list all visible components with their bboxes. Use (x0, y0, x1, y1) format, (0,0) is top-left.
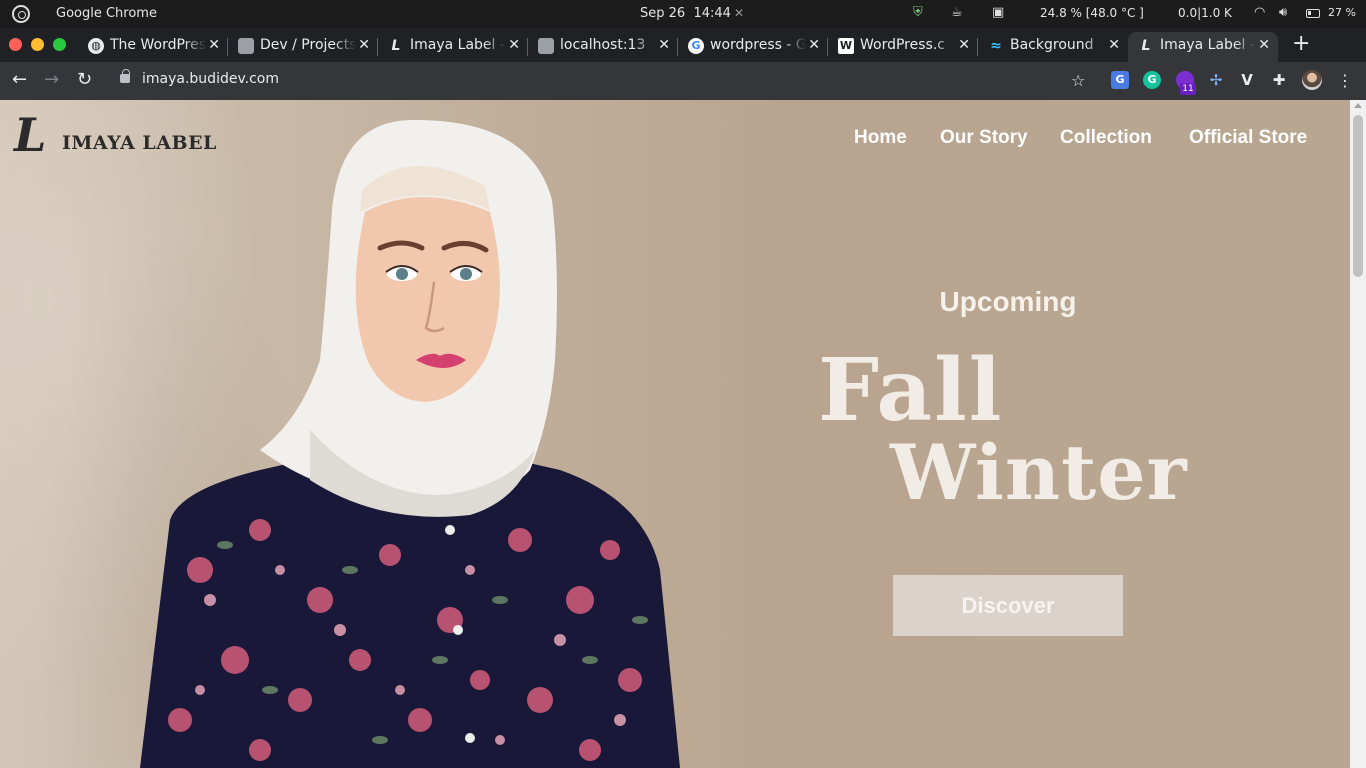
tab-title: localhost:13 (560, 37, 656, 53)
tailwind-icon: ≈ (990, 38, 1002, 54)
page-scrollbar[interactable] (1350, 100, 1366, 768)
profile-avatar[interactable] (1302, 70, 1322, 90)
close-tab-icon[interactable]: ✕ (208, 37, 220, 53)
close-tab-icon[interactable]: ✕ (808, 37, 820, 53)
extensions-puzzle-icon[interactable]: ✚ (1270, 71, 1288, 89)
reload-button[interactable]: ↻ (77, 69, 92, 90)
active-app-name[interactable]: Google Chrome (56, 6, 157, 21)
battery-icon[interactable] (1306, 9, 1320, 18)
close-tab-icon[interactable]: ✕ (658, 37, 670, 53)
coffee-icon[interactable]: ☕ (951, 5, 963, 20)
tab-title: Dev / Projects (260, 37, 356, 53)
forward-button[interactable]: → (44, 69, 59, 90)
browser-tab[interactable]: Dev / Projects ✕ (228, 32, 378, 62)
tab-title: Imaya Label - (1160, 37, 1256, 53)
volume-icon[interactable]: 🔊︎ (1279, 5, 1287, 20)
close-tab-icon[interactable]: ✕ (358, 37, 370, 53)
close-window-button[interactable] (9, 38, 22, 51)
globe-icon: ◍ (88, 38, 104, 54)
extension-badge: 11 (1180, 83, 1196, 95)
clock-date: Sep 26 (640, 6, 686, 21)
hero-section: L IMAYA LABEL Home Our Story Collection … (0, 100, 1350, 768)
browser-tab[interactable]: L Imaya Label - ✕ (378, 32, 528, 62)
os-top-bar: Google Chrome Sep 26 14:44 ✕ ⛨ ☕ ▣ 24.8 … (0, 0, 1366, 28)
hero-title-line-1: Fall (818, 340, 1004, 441)
browser-tab[interactable]: ◍ The WordPress ✕ (78, 32, 228, 62)
imaya-logo-icon: L (391, 38, 401, 54)
avatar-icon (238, 38, 254, 54)
shield-icon[interactable]: ⛨ (913, 5, 923, 20)
brand-name: IMAYA LABEL (62, 132, 217, 154)
browser-tab-active[interactable]: L Imaya Label - ✕ (1128, 32, 1278, 62)
scroll-up-icon[interactable] (1354, 103, 1362, 108)
notification-muted-icon: ✕ (734, 6, 745, 20)
nav-link-our-story[interactable]: Our Story (940, 127, 1028, 149)
clock-time: 14:44 (693, 6, 731, 21)
lock-icon[interactable] (120, 69, 130, 83)
browser-toolbar: ← → ↻ imaya.budidev.com ☆ G G 11 ✢ V ✚ ⋮ (0, 62, 1366, 100)
browser-tab[interactable]: ≈ Background ✕ (978, 32, 1128, 62)
google-icon: G (688, 38, 704, 54)
clipboard-icon[interactable]: ▣ (992, 5, 1004, 20)
avatar-icon (538, 38, 554, 54)
grammarly-extension-icon[interactable]: G (1143, 71, 1161, 89)
nav-link-home[interactable]: Home (854, 127, 907, 149)
browser-menu-icon[interactable]: ⋮ (1337, 71, 1353, 90)
tab-title: wordpress - G (710, 37, 806, 53)
close-tab-icon[interactable]: ✕ (1258, 37, 1270, 53)
tab-title: Background (1010, 37, 1106, 53)
nav-link-collection[interactable]: Collection (1060, 127, 1152, 149)
network-speed-indicator[interactable]: 0.0|1.0 K (1178, 6, 1232, 20)
wordpress-icon: W (838, 38, 854, 54)
vue-devtools-extension-icon[interactable]: V (1238, 71, 1256, 89)
maximize-window-button[interactable] (53, 38, 66, 51)
discover-button[interactable]: Discover (893, 575, 1123, 636)
minimize-window-button[interactable] (31, 38, 44, 51)
hero-model-image (140, 119, 680, 768)
browser-tab[interactable]: localhost:13 ✕ (528, 32, 678, 62)
brand-mark-icon: L (14, 108, 47, 162)
tab-title: Imaya Label - (410, 37, 506, 53)
close-tab-icon[interactable]: ✕ (508, 37, 520, 53)
nav-link-official-store[interactable]: Official Store (1189, 127, 1307, 149)
hero-title-line-2: Winter (890, 428, 1188, 517)
wifi-icon[interactable]: ◠ (1254, 5, 1265, 20)
address-bar[interactable]: imaya.budidev.com (142, 71, 279, 87)
tab-title: The WordPress (110, 37, 206, 53)
close-tab-icon[interactable]: ✕ (1108, 37, 1120, 53)
close-tab-icon[interactable]: ✕ (958, 37, 970, 53)
activities-icon[interactable] (12, 5, 30, 23)
imaya-logo-icon: L (1141, 38, 1151, 54)
browser-tab[interactable]: G wordpress - G ✕ (678, 32, 828, 62)
system-clock[interactable]: Sep 26 14:44 (640, 6, 731, 21)
scrollbar-thumb[interactable] (1353, 115, 1363, 277)
new-tab-button[interactable]: + (1292, 33, 1310, 55)
translate-extension-icon[interactable]: G (1111, 71, 1129, 89)
hero-subtitle: Upcoming (939, 286, 1077, 317)
back-button[interactable]: ← (12, 69, 27, 90)
battery-percentage: 27 % (1328, 6, 1356, 19)
wappalyzer-extension-icon[interactable]: ✢ (1207, 71, 1225, 89)
browser-tab[interactable]: W WordPress.c ✕ (828, 32, 978, 62)
bookmark-star-icon[interactable]: ☆ (1071, 71, 1085, 90)
tab-strip: ◍ The WordPress ✕ Dev / Projects ✕ L Ima… (0, 28, 1366, 62)
cpu-indicator[interactable]: 24.8 % [48.0 °C ] (1040, 6, 1144, 20)
tab-title: WordPress.c (860, 37, 956, 53)
